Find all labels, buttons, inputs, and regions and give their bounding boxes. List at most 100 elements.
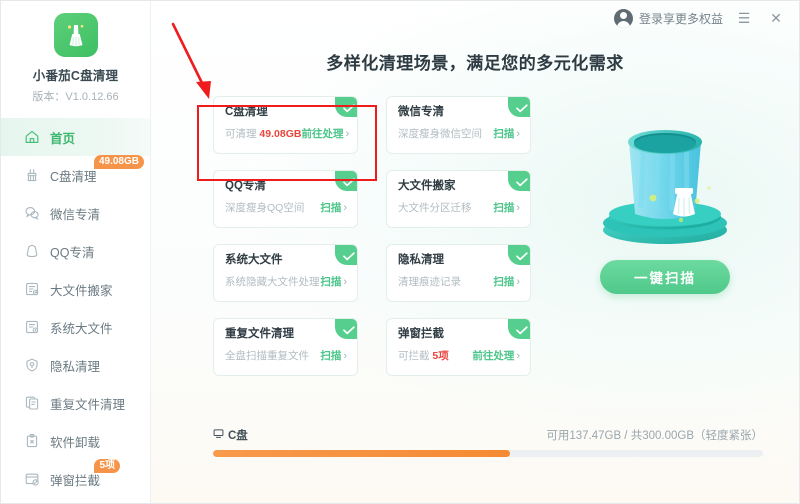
card-row: 清理痕迹记录 扫描 › — [398, 274, 520, 289]
title-bar: 登录享更多权益 ☰ ✕ — [151, 1, 799, 35]
sidebar-item-label: QQ专清 — [50, 245, 95, 260]
card-action-button[interactable]: 扫描 › — [320, 274, 347, 289]
disk-drive-icon — [213, 428, 224, 442]
sidebar-item-system-large-files[interactable]: 系统大文件 — [1, 308, 150, 346]
card-system-large-files[interactable]: 系统大文件 系统隐藏大文件处理 扫描 › — [213, 244, 358, 302]
page-title: 多样化清理场景，满足您的多元化需求 — [326, 54, 624, 73]
card-action-button[interactable]: 扫描 › — [493, 200, 520, 215]
card-desc: 可清理 49.08GB — [225, 126, 301, 141]
sidebar-badge-c-drive: 49.08GB — [93, 155, 144, 169]
close-icon[interactable]: ✕ — [765, 7, 787, 29]
disk-header: C盘 可用137.47GB / 共300.00GB（轻度紧张） — [213, 427, 763, 443]
sidebar-item-large-file-move[interactable]: 大文件搬家 — [1, 270, 150, 308]
card-action-button[interactable]: 前往处理 › — [472, 348, 520, 363]
duplicate-file-icon — [23, 395, 40, 412]
card-desc-highlight: 5项 — [432, 350, 449, 362]
sidebar-item-label: 软件卸载 — [50, 435, 101, 450]
content-area: C盘清理 可清理 49.08GB 前往处理 › 微信专清 深度瘦身微信空间 扫描 › — [151, 96, 799, 376]
sidebar-item-label: 首页 — [50, 131, 76, 146]
chevron-right-icon: › — [343, 275, 347, 288]
card-desc-prefix: 大文件分区迁移 — [398, 202, 472, 214]
card-title: 微信专清 — [398, 106, 444, 118]
card-row: 深度瘦身微信空间 扫描 › — [398, 126, 520, 141]
card-action-button[interactable]: 扫描 › — [320, 348, 347, 363]
disk-label: C盘 — [213, 427, 248, 443]
chevron-right-icon: › — [343, 349, 347, 362]
app-version: 版本：V1.0.12.66 — [32, 91, 119, 103]
card-title: 系统大文件 — [225, 254, 283, 266]
sidebar-item-privacy-clean[interactable]: 隐私清理 — [1, 346, 150, 384]
shield-privacy-icon — [23, 357, 40, 374]
card-c-drive-clean[interactable]: C盘清理 可清理 49.08GB 前往处理 › — [213, 96, 358, 154]
card-desc: 清理痕迹记录 — [398, 274, 461, 289]
sidebar-item-software-uninstall[interactable]: 软件卸载 — [1, 422, 150, 460]
card-row: 深度瘦身QQ空间 扫描 › — [225, 200, 347, 215]
card-action-label: 扫描 — [320, 202, 342, 214]
qq-penguin-icon — [23, 243, 40, 260]
card-title: QQ专清 — [225, 180, 266, 192]
card-action-button[interactable]: 扫描 › — [493, 274, 520, 289]
file-move-icon — [23, 281, 40, 298]
chevron-right-icon: › — [516, 127, 520, 140]
card-action-button[interactable]: 前往处理 › — [301, 126, 349, 141]
chevron-right-icon: › — [516, 275, 520, 288]
card-qq-clean[interactable]: QQ专清 深度瘦身QQ空间 扫描 › — [213, 170, 358, 228]
hamburger-menu-icon[interactable]: ☰ — [733, 7, 755, 29]
user-avatar-icon — [613, 8, 633, 28]
check-icon — [508, 245, 530, 265]
card-desc-highlight: 49.08GB — [259, 128, 302, 140]
card-desc-prefix: 可清理 — [225, 128, 260, 140]
card-action-button[interactable]: 扫描 › — [320, 200, 347, 215]
disk-capacity-text: 可用137.47GB / 共300.00GB（轻度紧张） — [546, 430, 763, 442]
check-icon — [335, 171, 357, 191]
card-title: 重复文件清理 — [225, 328, 294, 340]
card-popup-block[interactable]: 弹窗拦截 可拦截 5项 前往处理 › — [386, 318, 531, 376]
card-title: 弹窗拦截 — [398, 328, 444, 340]
disk-name-text: C盘 — [228, 430, 248, 442]
check-icon — [335, 319, 357, 339]
card-title: C盘清理 — [225, 106, 268, 118]
sidebar-item-home[interactable]: 首页 — [1, 118, 150, 156]
check-icon — [335, 97, 357, 117]
card-action-label: 扫描 — [320, 276, 342, 288]
check-icon — [508, 319, 530, 339]
card-action-button[interactable]: 扫描 › — [493, 126, 520, 141]
sidebar-item-c-drive-clean[interactable]: 49.08GB C盘清理 — [1, 155, 150, 194]
check-icon — [508, 171, 530, 191]
sidebar-item-popup-block[interactable]: 5项 弹窗拦截 — [1, 459, 150, 498]
card-title: 大文件搬家 — [398, 180, 456, 192]
popup-block-icon — [23, 471, 40, 488]
uninstall-icon — [23, 433, 40, 450]
card-desc: 全盘扫描重复文件 — [225, 348, 309, 363]
broom-logo-icon — [53, 13, 98, 57]
brand-block: 小番茄C盘清理 版本：V1.0.12.66 — [1, 1, 150, 104]
card-desc: 大文件分区迁移 — [398, 200, 472, 215]
main-panel: 登录享更多权益 ☰ ✕ 多样化清理场景，满足您的多元化需求 C盘清理 可清理 4… — [151, 1, 799, 503]
sidebar-item-label: 大文件搬家 — [50, 283, 113, 298]
sidebar-nav: 首页 49.08GB C盘清理 微信专清 QQ专清 大文件搬家 系统大文件 隐私… — [1, 118, 150, 498]
sidebar-item-qq-clean[interactable]: QQ专清 — [1, 232, 150, 270]
card-duplicate-file-clean[interactable]: 重复文件清理 全盘扫描重复文件 扫描 › — [213, 318, 358, 376]
card-action-label: 扫描 — [493, 276, 515, 288]
card-wechat-clean[interactable]: 微信专清 深度瘦身微信空间 扫描 › — [386, 96, 531, 154]
disk-progress-fill — [213, 450, 510, 457]
app-name: 小番茄C盘清理 — [32, 69, 119, 83]
sidebar-item-label: 隐私清理 — [50, 359, 101, 374]
card-desc-prefix: 全盘扫描重复文件 — [225, 350, 309, 362]
login-button[interactable]: 登录享更多权益 — [613, 8, 723, 28]
broom-icon — [23, 167, 40, 184]
sidebar-item-label: 微信专清 — [50, 207, 101, 222]
login-label: 登录享更多权益 — [638, 11, 723, 26]
card-large-file-move[interactable]: 大文件搬家 大文件分区迁移 扫描 › — [386, 170, 531, 228]
card-privacy-clean[interactable]: 隐私清理 清理痕迹记录 扫描 › — [386, 244, 531, 302]
home-icon — [23, 129, 40, 146]
check-icon — [335, 245, 357, 265]
one-click-scan-button[interactable]: 一键扫描 — [600, 260, 730, 294]
app-window: 小番茄C盘清理 版本：V1.0.12.66 首页 49.08GB C盘清理 微信… — [0, 0, 800, 504]
sidebar-item-wechat-clean[interactable]: 微信专清 — [1, 194, 150, 232]
feature-card-grid: C盘清理 可清理 49.08GB 前往处理 › 微信专清 深度瘦身微信空间 扫描 › — [213, 96, 531, 376]
disk-usage-bar: C盘 可用137.47GB / 共300.00GB（轻度紧张） — [213, 427, 763, 457]
sidebar-item-duplicate-file-clean[interactable]: 重复文件清理 — [1, 384, 150, 422]
sidebar-item-label: 弹窗拦截 — [50, 473, 101, 488]
card-action-label: 扫描 — [320, 350, 342, 362]
